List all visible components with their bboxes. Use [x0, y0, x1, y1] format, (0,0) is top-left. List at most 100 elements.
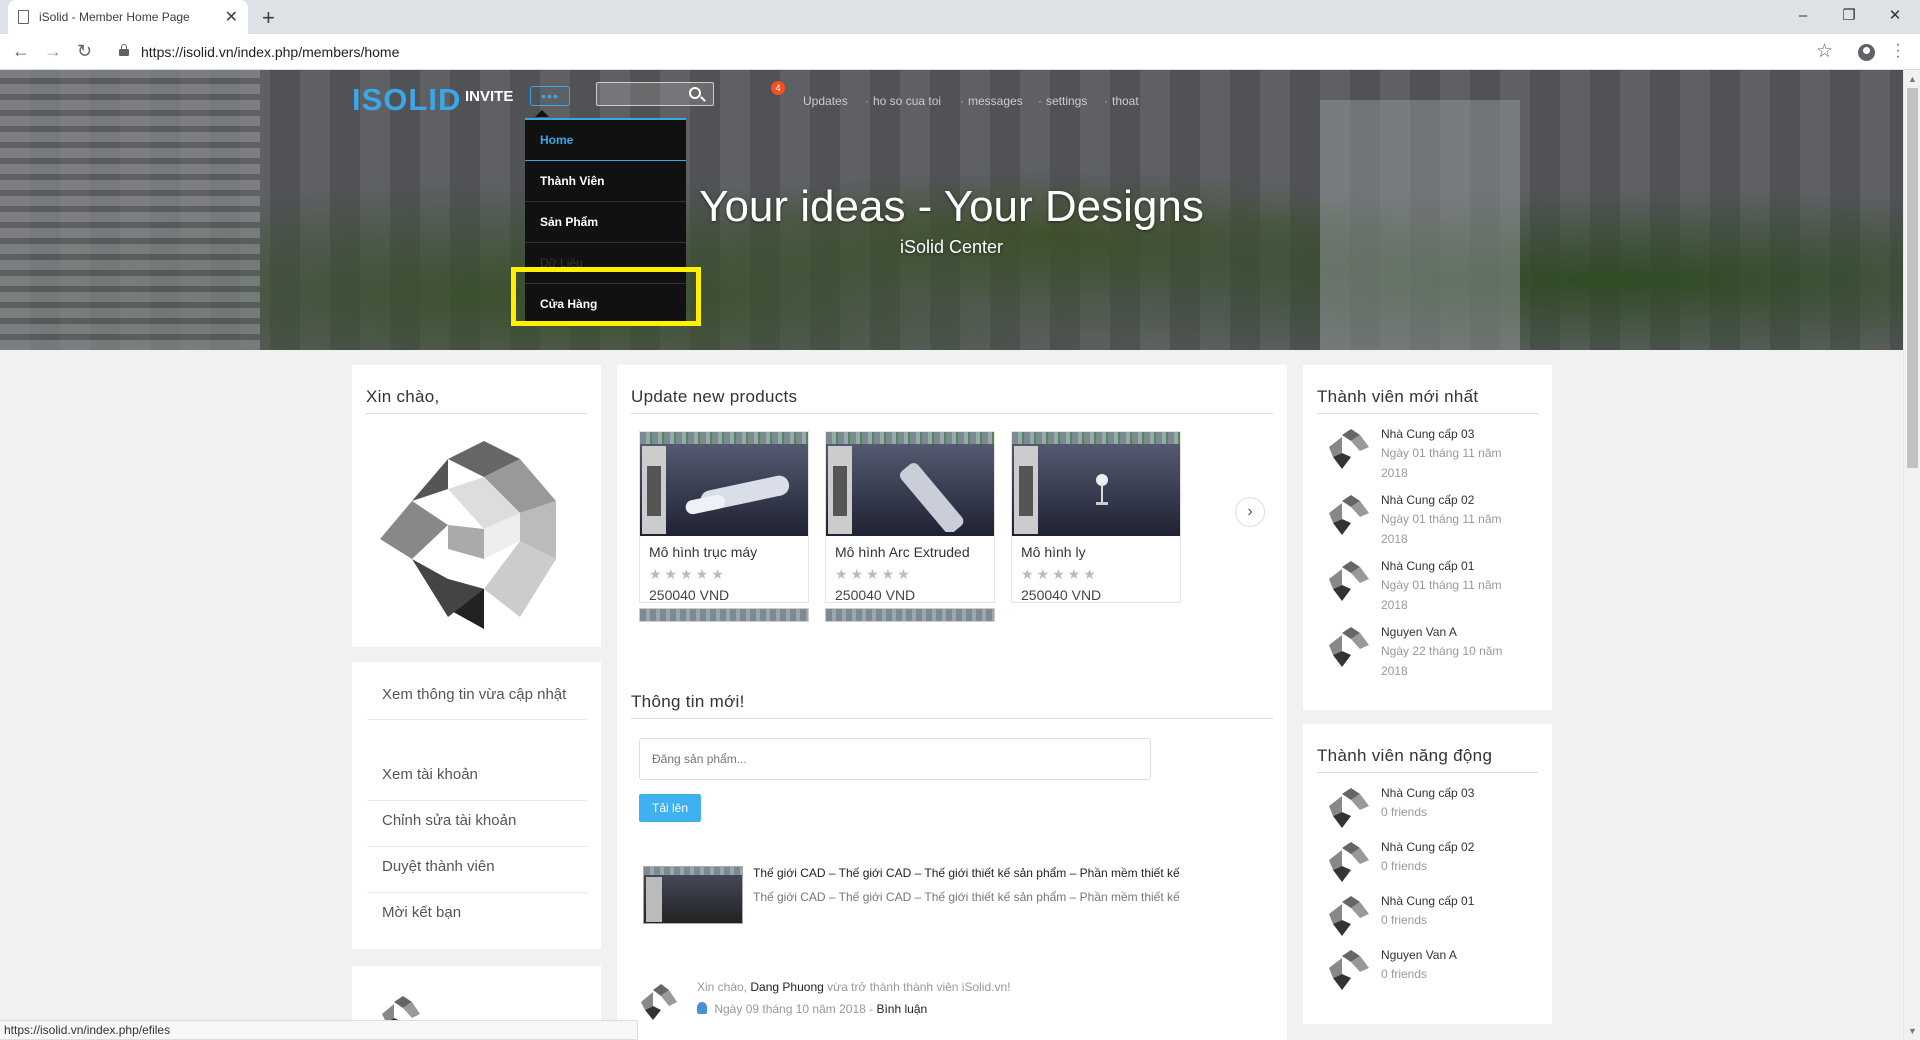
product-card[interactable]: Mô hình Arc Extruded ★★★★★ 250040 VND	[825, 431, 995, 603]
member-avatar[interactable]	[1329, 625, 1373, 669]
minimize-button[interactable]: –	[1780, 0, 1826, 30]
active-members-title: Thành viên năng động	[1317, 746, 1493, 765]
address-bar[interactable]: https://isolid.vn/index.php/members/home	[141, 44, 399, 60]
nav-link-logout[interactable]: thoat	[1112, 94, 1139, 108]
dropdown-item-members[interactable]: Thành Viên	[525, 161, 686, 202]
member-avatar[interactable]	[1329, 786, 1373, 830]
tab-title: iSolid - Member Home Page	[39, 10, 190, 24]
member-name[interactable]: Nhà Cung cấp 02	[1381, 840, 1474, 854]
product-price: 250040 VND	[835, 587, 916, 603]
browser-menu-icon[interactable]: · · ·	[1895, 37, 1901, 65]
greeting-card: Xin chào,	[352, 365, 601, 647]
activity-avatar[interactable]	[641, 982, 681, 1022]
browser-tab[interactable]: iSolid - Member Home Page ✕	[8, 0, 248, 34]
invite-link[interactable]: INVITE	[465, 88, 513, 105]
news-title: Thông tin mới!	[631, 692, 745, 711]
dropdown-caret	[535, 110, 549, 117]
member-name[interactable]: Nhà Cung cấp 03	[1381, 427, 1474, 441]
page-scrollbar[interactable]: ▲ ▼	[1903, 70, 1920, 1040]
maximize-button[interactable]: ❐	[1826, 0, 1872, 30]
upload-button[interactable]: Tải lên	[639, 794, 701, 822]
menu-edit-account[interactable]: Chỉnh sửa tài khoản	[367, 796, 587, 847]
nav-link-settings[interactable]: settings	[1046, 94, 1087, 108]
divider	[1317, 772, 1538, 773]
product-thumbnail[interactable]	[826, 432, 994, 536]
new-tab-button[interactable]: +	[262, 5, 275, 31]
member-name[interactable]: Nguyen Van A	[1381, 625, 1457, 639]
forward-arrow-icon[interactable]: →	[44, 41, 62, 62]
window-close-button[interactable]: ✕	[1872, 0, 1918, 30]
hero-subtitle: iSolid Center	[899, 237, 1004, 257]
member-name[interactable]: Nhà Cung cấp 01	[1381, 559, 1474, 573]
product-rating[interactable]: ★★★★★	[1021, 566, 1099, 583]
more-menu-button[interactable]: •••	[530, 86, 570, 106]
divider	[631, 718, 1273, 719]
dropdown-item-products[interactable]: Sản Phẩm	[525, 202, 686, 243]
member-name[interactable]: Nhà Cung cấp 01	[1381, 894, 1474, 908]
product-price: 250040 VND	[649, 587, 730, 603]
feed-title[interactable]: Thế giới CAD – Thế giới CAD – Thế giới t…	[753, 866, 1180, 880]
scroll-up-icon[interactable]: ▲	[1908, 74, 1917, 84]
tab-close-icon[interactable]: ✕	[225, 7, 238, 27]
member-avatar[interactable]	[1329, 948, 1373, 992]
member-join-date: Ngày 22 tháng 10 năm 2018	[1381, 644, 1503, 678]
member-name[interactable]: Nhà Cung cấp 02	[1381, 493, 1474, 507]
menu-recent-updates[interactable]: Xem thông tin vừa cập nhật	[367, 670, 587, 720]
menu-browse-members[interactable]: Duyệt thành viên	[367, 842, 587, 893]
news-feed-card: Thông tin mới! Tải lên Thế giới CAD – Th…	[617, 670, 1287, 1040]
post-product-input[interactable]	[639, 738, 1151, 780]
active-members-card: Thành viên năng động Nhà Cung cấp 03 0 f…	[1303, 724, 1552, 1024]
search-icon[interactable]	[689, 87, 701, 99]
nav-link-messages[interactable]: messages	[968, 94, 1023, 108]
product-name[interactable]: Mô hình Arc Extruded	[835, 544, 970, 560]
product-name[interactable]: Mô hình trục máy	[649, 544, 757, 560]
product-name[interactable]: Mô hình ly	[1021, 544, 1086, 560]
page-icon	[18, 10, 29, 24]
greeting-title: Xin chào,	[366, 387, 440, 406]
product-card[interactable]: Mô hình trục máy ★★★★★ 250040 VND	[639, 431, 809, 603]
member-avatar[interactable]	[1329, 427, 1373, 471]
highlight-annotation	[511, 267, 701, 326]
nav-link-updates[interactable]: Updates	[803, 94, 848, 108]
member-friends: 0 friends	[1381, 967, 1428, 981]
member-avatar[interactable]	[1329, 493, 1373, 537]
nav-link-profile[interactable]: ho so cua toi	[873, 94, 941, 108]
menu-invite-friends[interactable]: Mời kết bạn	[367, 888, 587, 938]
member-avatar[interactable]	[1329, 894, 1373, 938]
hero-title: Your ideas - Your Designs	[699, 182, 1204, 231]
member-name[interactable]: Nhà Cung cấp 03	[1381, 786, 1474, 800]
person-icon	[697, 1002, 707, 1014]
product-card[interactable]: Mô hình ly ★★★★★ 250040 VND	[1011, 431, 1181, 603]
activity-prefix: Xin chào,	[697, 980, 748, 994]
member-avatar[interactable]	[1329, 559, 1373, 603]
feed-thumbnail[interactable]	[643, 866, 743, 924]
site-logo[interactable]: ISOLID	[352, 82, 461, 118]
product-price: 250040 VND	[1021, 587, 1102, 603]
account-icon[interactable]	[1858, 44, 1875, 61]
comment-link[interactable]: Bình luận	[876, 1002, 927, 1016]
activity-user-link[interactable]: Dang Phuong	[750, 980, 823, 994]
back-arrow-icon[interactable]: ←	[12, 41, 30, 62]
scrollbar-thumb[interactable]	[1907, 88, 1918, 468]
member-friends: 0 friends	[1381, 859, 1428, 873]
product-rating[interactable]: ★★★★★	[835, 566, 913, 583]
activity-date: Ngày 09 tháng 10 năm 2018 -	[714, 1002, 874, 1016]
product-thumbnail-strip[interactable]	[825, 608, 995, 622]
dropdown-item-home[interactable]: Home	[525, 120, 686, 161]
product-thumbnail[interactable]	[640, 432, 808, 536]
member-name[interactable]: Nguyen Van A	[1381, 948, 1457, 962]
member-friends: 0 friends	[1381, 805, 1428, 819]
hero-banner: ISOLID INVITE ••• 4 Updates · ho so cua …	[0, 70, 1903, 350]
product-rating[interactable]: ★★★★★	[649, 566, 727, 583]
bookmark-star-icon[interactable]: ☆	[1816, 40, 1833, 63]
product-thumbnail-strip[interactable]	[639, 608, 809, 622]
product-thumbnail[interactable]	[1012, 432, 1180, 536]
scroll-down-icon[interactable]: ▼	[1908, 1026, 1917, 1036]
reload-icon[interactable]: ↻	[77, 41, 92, 62]
menu-view-account[interactable]: Xem tài khoản	[367, 750, 587, 801]
carousel-next-button[interactable]: ›	[1235, 497, 1265, 527]
notification-badge[interactable]: 4	[771, 81, 785, 95]
header-search-input[interactable]	[596, 82, 714, 106]
nav-separator: ·	[960, 94, 964, 108]
member-avatar[interactable]	[1329, 840, 1373, 884]
